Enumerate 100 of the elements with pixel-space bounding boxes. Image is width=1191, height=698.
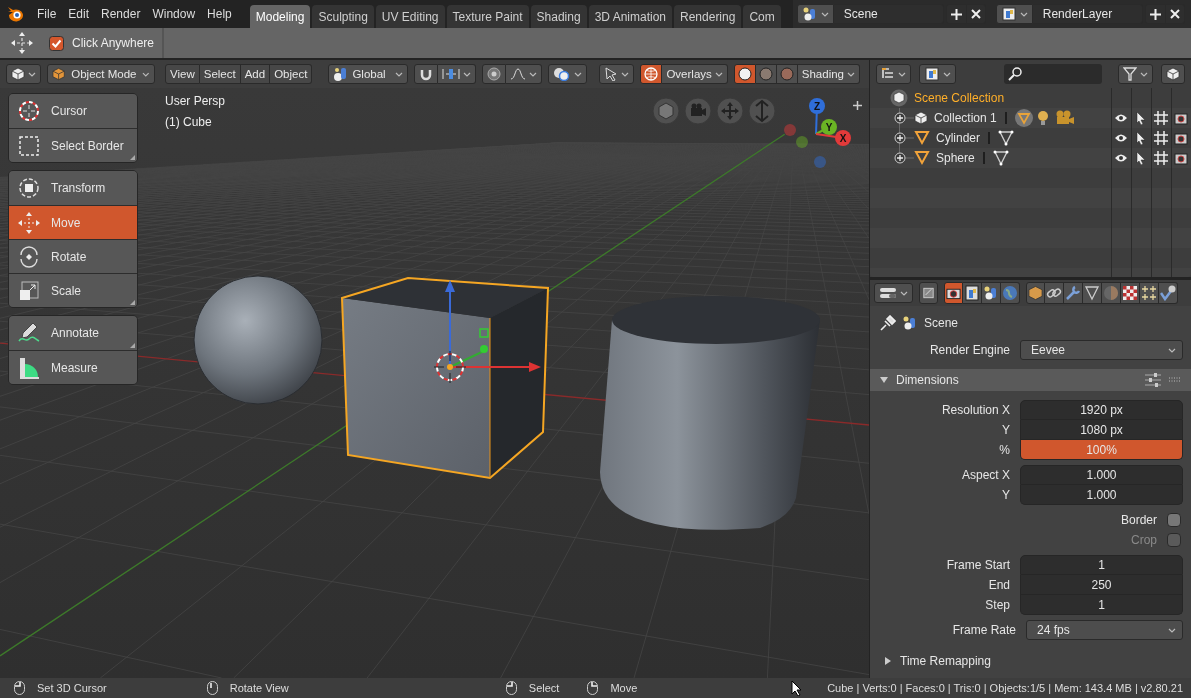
- camera-icon[interactable]: [1174, 151, 1188, 165]
- properties-tab[interactable]: [919, 282, 938, 304]
- number-field[interactable]: 1.000: [1020, 485, 1183, 505]
- axis-dot[interactable]: [809, 98, 825, 114]
- tool-button[interactable]: Transform: [9, 171, 137, 205]
- menu-item[interactable]: Render: [95, 0, 147, 28]
- pin-icon[interactable]: [880, 315, 896, 331]
- axis-dot[interactable]: [821, 119, 837, 135]
- snap-target-dropdown[interactable]: [438, 64, 477, 84]
- arrow-cursor-icon[interactable]: [1134, 151, 1148, 165]
- camera-icon[interactable]: [1174, 111, 1188, 125]
- checkbox[interactable]: [1167, 513, 1181, 527]
- properties-tab[interactable]: [1159, 282, 1178, 304]
- checkbox[interactable]: [49, 35, 64, 51]
- negative-axis-dot[interactable]: [796, 136, 808, 148]
- menu-item[interactable]: Window: [146, 0, 202, 28]
- grid-hash-icon[interactable]: [1154, 111, 1168, 125]
- tool-button[interactable]: Rotate: [9, 239, 137, 273]
- view-cube-icon[interactable]: [652, 97, 680, 125]
- menu-button[interactable]: Add: [240, 64, 271, 84]
- editor-type-button[interactable]: [876, 64, 911, 84]
- tree-item-label[interactable]: Collection 1: [934, 111, 997, 125]
- expand-icon[interactable]: [894, 152, 914, 164]
- editor-type-button[interactable]: [6, 64, 41, 84]
- editor-type-button[interactable]: [874, 283, 913, 303]
- overlays-dropdown[interactable]: Overlays: [662, 64, 728, 84]
- tree-item-label[interactable]: Scene Collection: [914, 91, 1005, 105]
- menu-item[interactable]: Help: [201, 0, 238, 28]
- tool-button[interactable]: Annotate: [9, 316, 137, 350]
- negative-axis-dot[interactable]: [784, 124, 796, 136]
- number-field[interactable]: 1: [1020, 595, 1183, 615]
- number-field[interactable]: 1920 px: [1020, 400, 1183, 420]
- sphere-drawing[interactable]: [193, 275, 323, 405]
- gizmo-dropdown[interactable]: [599, 64, 635, 84]
- view-layer-browse-button[interactable]: [995, 4, 1033, 24]
- number-field[interactable]: 1: [1020, 555, 1183, 575]
- orientation-dropdown[interactable]: Global: [328, 64, 409, 84]
- search-field[interactable]: [1004, 64, 1102, 84]
- blender-logo-icon[interactable]: [7, 6, 25, 22]
- cursor-crosshair-icon[interactable]: [433, 350, 467, 384]
- drag-handle-icon[interactable]: [1169, 377, 1181, 383]
- properties-tab[interactable]: [1045, 282, 1064, 304]
- render-engine-dropdown[interactable]: Eevee: [1020, 340, 1183, 360]
- scene-browse-button[interactable]: [796, 4, 834, 24]
- menu-button[interactable]: Select: [199, 64, 241, 84]
- number-field[interactable]: 250: [1020, 575, 1183, 595]
- pivot-dropdown[interactable]: [548, 64, 588, 84]
- menu-item[interactable]: File: [31, 0, 63, 28]
- shading-mode-button[interactable]: [733, 64, 756, 84]
- filter-dropdown[interactable]: [1118, 64, 1153, 84]
- workspace-tab[interactable]: Modeling: [249, 5, 311, 28]
- expand-icon[interactable]: [894, 132, 914, 144]
- plus-icon[interactable]: [853, 101, 862, 110]
- proportional-edit-button[interactable]: [482, 64, 507, 84]
- workspace-tab[interactable]: UV Editing: [375, 5, 445, 28]
- properties-tab[interactable]: [1026, 282, 1045, 304]
- move-gizmo-drawing[interactable]: [445, 280, 541, 372]
- cube-drawing[interactable]: [340, 277, 550, 480]
- panel-header[interactable]: Dimensions: [870, 369, 1191, 391]
- expand-icon[interactable]: [894, 112, 914, 124]
- menu-item[interactable]: Edit: [62, 0, 96, 28]
- camera-icon[interactable]: [1174, 131, 1188, 145]
- display-mode-dropdown[interactable]: [919, 64, 956, 84]
- workspace-tab[interactable]: Rendering: [674, 5, 742, 28]
- mode-dropdown[interactable]: Object Mode: [47, 64, 155, 84]
- properties-tab[interactable]: [944, 282, 963, 304]
- tool-button[interactable]: Cursor: [9, 94, 137, 128]
- dropdown[interactable]: 24 fps: [1026, 620, 1183, 640]
- number-field[interactable]: 1.000: [1020, 465, 1183, 485]
- shading-dropdown[interactable]: Shading: [797, 64, 860, 84]
- tree-item-label[interactable]: Sphere: [936, 151, 975, 165]
- grid-hash-icon[interactable]: [1154, 151, 1168, 165]
- properties-tab[interactable]: [1121, 282, 1140, 304]
- new-collection-button[interactable]: [1161, 64, 1185, 84]
- workspace-tab[interactable]: Texture Paint: [446, 5, 529, 28]
- disclosure-triangle-icon[interactable]: [884, 657, 892, 665]
- tool-button[interactable]: Scale: [9, 273, 137, 307]
- arrow-cursor-icon[interactable]: [1134, 111, 1148, 125]
- tree-item-label[interactable]: Cylinder: [936, 131, 980, 145]
- workspace-tab[interactable]: Com: [743, 5, 781, 28]
- tool-button[interactable]: Select Border: [9, 128, 137, 162]
- properties-tab[interactable]: [1083, 282, 1102, 304]
- number-field[interactable]: 1080 px: [1020, 420, 1183, 440]
- workspace-tab[interactable]: Shading: [530, 5, 587, 28]
- tool-button[interactable]: Measure: [9, 350, 137, 384]
- properties-tab[interactable]: [1001, 282, 1020, 304]
- disclosure-triangle-icon[interactable]: [880, 376, 888, 384]
- presets-icon[interactable]: [1145, 373, 1161, 387]
- cylinder-drawing[interactable]: [600, 296, 820, 530]
- axis-dot[interactable]: [835, 130, 851, 146]
- move-icon[interactable]: [10, 31, 34, 55]
- properties-tab[interactable]: [1140, 282, 1159, 304]
- properties-tab[interactable]: [1064, 282, 1083, 304]
- menu-button[interactable]: Object: [270, 64, 313, 84]
- falloff-dropdown[interactable]: [506, 64, 543, 84]
- workspace-tab[interactable]: Sculpting: [312, 5, 374, 28]
- snap-button[interactable]: [414, 64, 439, 84]
- properties-tab[interactable]: [963, 282, 982, 304]
- properties-tab[interactable]: [982, 282, 1001, 304]
- negative-axis-dot[interactable]: [814, 156, 826, 168]
